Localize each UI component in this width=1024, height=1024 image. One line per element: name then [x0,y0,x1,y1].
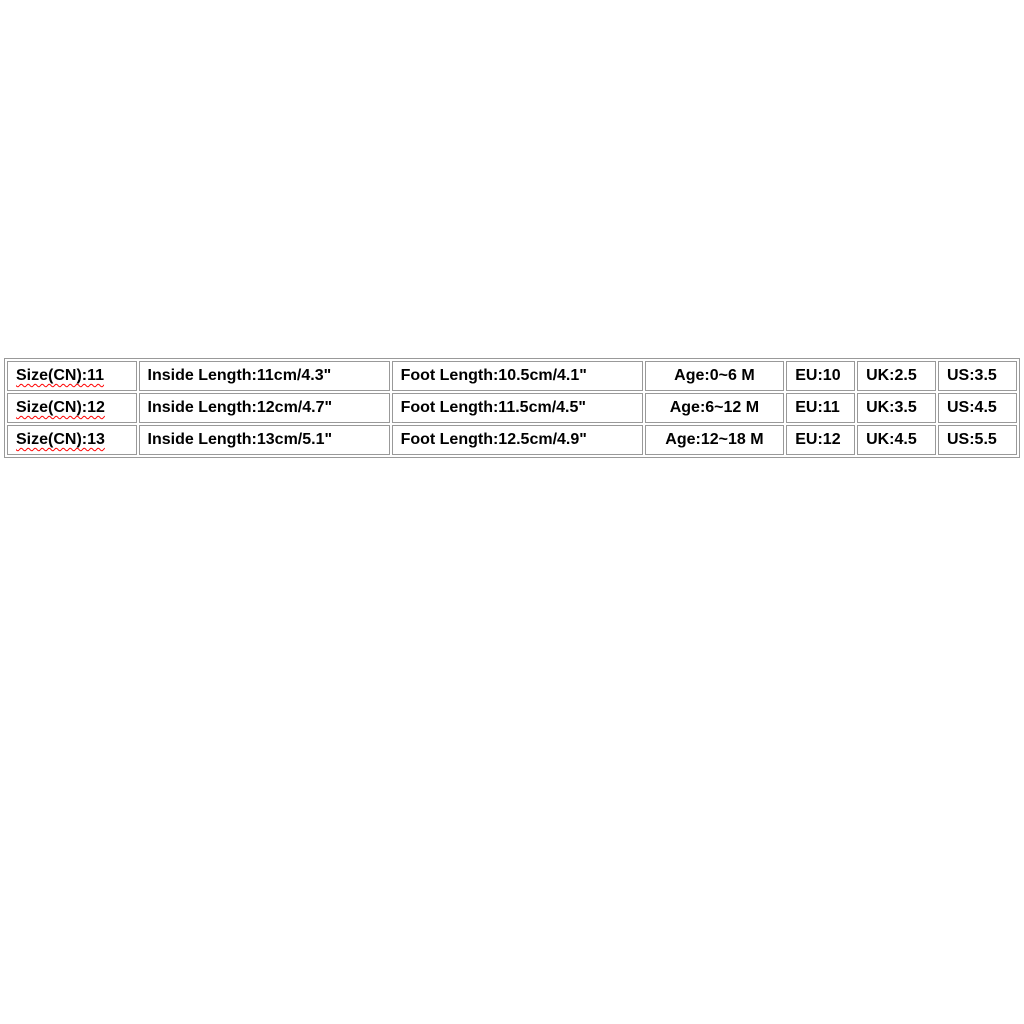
cell-size-cn: Size(CN):12 [7,393,137,423]
cell-eu: EU:10 [786,361,855,391]
cell-size-cn: Size(CN):13 [7,425,137,455]
size-cn-label: Size(CN):11 [16,367,104,384]
size-cn-label: Size(CN):12 [16,399,105,416]
cell-inside-length: Inside Length:13cm/5.1" [139,425,390,455]
cell-foot-length: Foot Length:10.5cm/4.1" [392,361,643,391]
cell-us: US:5.5 [938,425,1017,455]
cell-us: US:3.5 [938,361,1017,391]
table-row: Size(CN):13 Inside Length:13cm/5.1" Foot… [7,425,1017,455]
table-row: Size(CN):11 Inside Length:11cm/4.3" Foot… [7,361,1017,391]
cell-age: Age:0~6 M [645,361,785,391]
cell-inside-length: Inside Length:11cm/4.3" [139,361,390,391]
table-row: Size(CN):12 Inside Length:12cm/4.7" Foot… [7,393,1017,423]
cell-inside-length: Inside Length:12cm/4.7" [139,393,390,423]
cell-foot-length: Foot Length:12.5cm/4.9" [392,425,643,455]
cell-eu: EU:11 [786,393,855,423]
size-cn-label: Size(CN):13 [16,431,105,448]
cell-size-cn: Size(CN):11 [7,361,137,391]
size-chart-table: Size(CN):11 Inside Length:11cm/4.3" Foot… [4,358,1020,458]
cell-us: US:4.5 [938,393,1017,423]
cell-foot-length: Foot Length:11.5cm/4.5" [392,393,643,423]
cell-age: Age:6~12 M [645,393,785,423]
cell-uk: UK:2.5 [857,361,936,391]
cell-eu: EU:12 [786,425,855,455]
cell-age: Age:12~18 M [645,425,785,455]
cell-uk: UK:3.5 [857,393,936,423]
size-table: Size(CN):11 Inside Length:11cm/4.3" Foot… [4,358,1020,458]
cell-uk: UK:4.5 [857,425,936,455]
